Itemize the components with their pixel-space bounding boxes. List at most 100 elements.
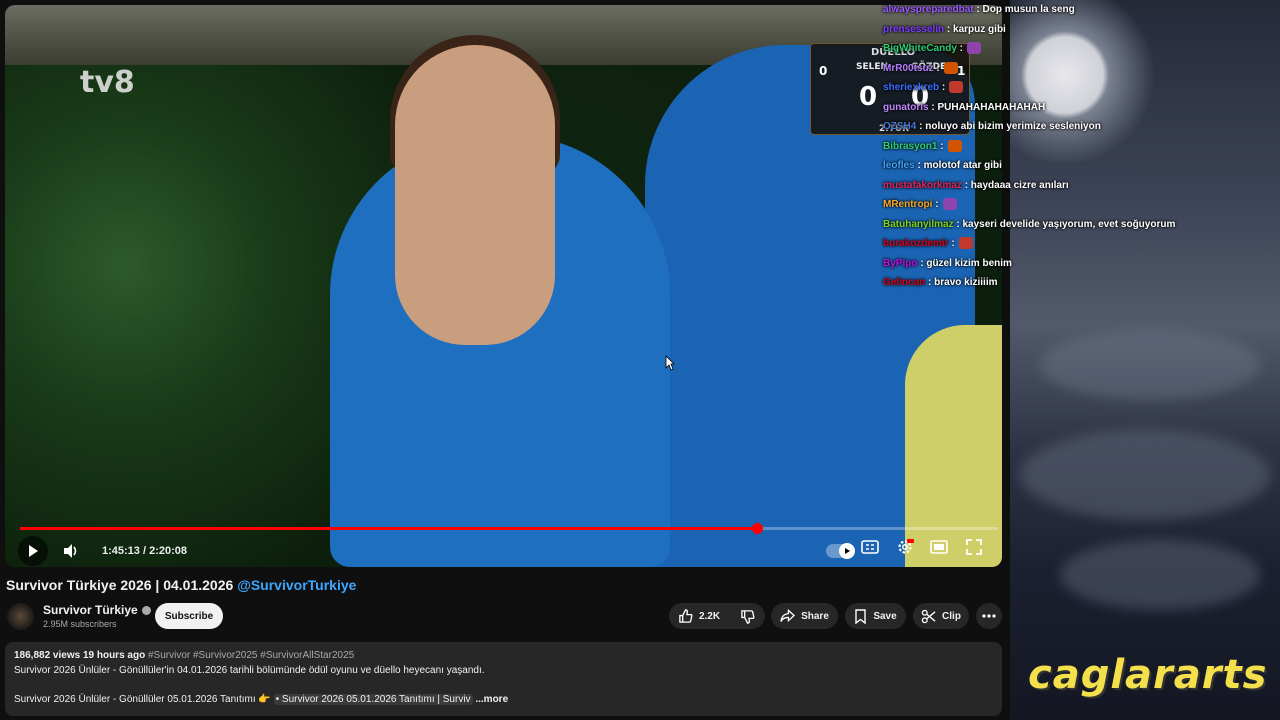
theater-icon — [930, 540, 948, 554]
video-title: Survivor Türkiye 2026 | 04.01.2026 @Surv… — [6, 577, 356, 593]
chat-emote-icon — [943, 61, 958, 74]
description-video-link[interactable]: • Survivor 2026 05.01.2026 Tanıtımı | Su… — [273, 694, 473, 705]
hashtags[interactable]: #Survivor #Survivor2025 #SurvivorAllStar… — [148, 650, 354, 661]
chat-overlay: alwayspreparedbat : Dop musun la seng pre… — [883, 0, 1273, 300]
chat-username: MRentropi — [883, 199, 933, 210]
clip-button[interactable]: Clip — [913, 603, 969, 629]
chat-emote-icon — [942, 198, 957, 211]
progress-bar[interactable] — [20, 523, 998, 534]
chat-username: burakozdemir — [883, 238, 949, 249]
chat-message: MRentropi : — [883, 195, 1273, 215]
tv-channel-watermark: tv8 — [80, 65, 135, 100]
description-box[interactable]: 186,882 views 19 hours ago #Survivor #Su… — [5, 642, 1002, 716]
chat-message-text: : — [937, 140, 944, 152]
chat-message-text: : — [948, 238, 955, 249]
chat-message: mustafakorkmaz : haydaaa cizre anıları — [883, 176, 1273, 196]
chat-message-text: : molotof atar gibi — [914, 160, 1002, 171]
description-meta: 186,882 views 19 hours ago #Survivor #Su… — [14, 650, 354, 661]
cloud-decoration — [1060, 540, 1260, 610]
share-label: Share — [801, 610, 829, 622]
chat-username: leofles — [883, 160, 915, 171]
chat-message: leofles : molotof atar gibi — [883, 156, 1273, 176]
chat-username: sheriexkreb — [883, 82, 940, 93]
video-player[interactable]: tv8 DÜELLO 0 SELEN GÖZDE 0 0 1 2.TUR 1:4… — [5, 5, 1002, 567]
thumbs-down-icon — [740, 609, 755, 624]
captions-button[interactable] — [859, 536, 881, 558]
progress-fill — [20, 527, 758, 530]
chat-username: alwayspreparedbat — [883, 4, 974, 15]
chat-message: ByPipo : güzel kizim benim — [883, 254, 1273, 274]
chat-message-text: : bravo kiziiiim — [925, 277, 998, 288]
description-promo-text: Survivor 2026 Ünlüler - Gönüllüler 05.01… — [14, 694, 271, 705]
chat-username: ByPipo — [883, 257, 918, 269]
chat-username: gunatoris — [883, 101, 929, 113]
chat-message-text: : — [956, 43, 963, 54]
save-button[interactable]: Save — [845, 603, 906, 629]
chat-emote-icon — [947, 139, 962, 152]
fullscreen-button[interactable] — [963, 536, 985, 558]
chat-message-text: : Dop musun la seng — [973, 4, 1075, 15]
chat-message: Batuhanyilmaz : kayseri develide yaşıyor… — [883, 215, 1273, 235]
verified-icon — [141, 606, 151, 616]
dislike-button[interactable] — [729, 603, 765, 629]
chat-message-text: : — [932, 199, 939, 210]
bookmark-icon — [855, 608, 867, 624]
video-title-text: Survivor Türkiye 2026 | 04.01.2026 — [6, 577, 234, 593]
cloud-decoration — [1040, 330, 1260, 400]
channel-avatar[interactable] — [7, 603, 34, 630]
description-line: Survivor 2026 Ünlüler - Gönüllüler'in 04… — [14, 665, 485, 676]
chat-message: Gelincan : bravo kiziiiim — [883, 273, 1273, 293]
chat-message: alwayspreparedbat : Dop musun la seng — [883, 0, 1273, 20]
share-button[interactable]: Share — [771, 603, 838, 629]
chat-message: BigWhiteCandy : — [883, 39, 1273, 59]
screen: caglararts tv8 DÜELLO 0 SELEN GÖZDE 0 0 … — [0, 0, 1280, 720]
save-label: Save — [873, 610, 897, 622]
autoplay-knob — [839, 543, 855, 559]
volume-icon — [64, 544, 77, 558]
share-icon — [780, 609, 796, 623]
more-actions-button[interactable] — [976, 603, 1002, 629]
view-count: 186,882 views — [14, 650, 81, 661]
chat-username: MrR00tsuz — [883, 62, 934, 74]
description-line: Survivor 2026 Ünlüler - Gönüllüler 05.01… — [14, 694, 508, 705]
scoreboard-left-round: 0 — [819, 64, 828, 78]
cloud-decoration — [1020, 430, 1270, 520]
chat-message: sheriexkreb : — [883, 78, 1273, 98]
chat-emote-icon — [949, 81, 964, 94]
channel-handle-link[interactable]: @SurvivorTurkiye — [237, 577, 356, 593]
like-count: 2.2K — [698, 610, 721, 622]
upload-age: 19 hours ago — [82, 650, 146, 661]
chat-message-text: : karpuz gibi — [944, 23, 1006, 35]
chat-username: mustafakorkmaz — [883, 179, 962, 191]
settings-button[interactable] — [894, 536, 916, 558]
chat-message-text: : — [939, 82, 946, 93]
chat-message-text: : kayseri develide yaşıyorum, evet soğuy… — [953, 218, 1176, 230]
theater-mode-button[interactable] — [928, 536, 950, 558]
captions-icon — [861, 540, 879, 554]
chat-message-text: : haydaaa cizre anıları — [961, 179, 1069, 191]
chat-message: Bibrasyon1 : — [883, 137, 1273, 157]
scissors-icon — [921, 609, 936, 623]
subscriber-count: 2.95M subscribers — [43, 619, 117, 629]
streamer-logo: caglararts — [1028, 652, 1268, 698]
subscribe-button[interactable]: Subscribe — [155, 603, 223, 629]
fullscreen-icon — [966, 539, 982, 555]
chat-message-text: : PUHAHAHAHAHAHAH — [928, 101, 1046, 113]
more-horizontal-icon — [982, 614, 996, 618]
volume-button[interactable] — [60, 540, 82, 562]
chat-message: MrR00tsuz : — [883, 59, 1273, 79]
show-more-link[interactable]: ...more — [475, 694, 508, 705]
chat-message: prensesselin : karpuz gibi — [883, 20, 1273, 40]
chat-username: BigWhiteCandy — [883, 43, 957, 54]
channel-name[interactable]: Survivor Türkiye — [43, 603, 151, 617]
chat-username: Gelincan — [883, 277, 926, 288]
play-icon — [29, 545, 38, 557]
play-icon — [845, 548, 850, 554]
like-button[interactable]: 2.2K — [669, 603, 729, 629]
chat-message: OZSH4 : noluyo abi bizim yerimize seslen… — [883, 117, 1273, 137]
channel-name-text: Survivor Türkiye — [43, 603, 138, 617]
autoplay-toggle[interactable] — [826, 543, 855, 559]
thumbs-up-icon — [679, 608, 693, 623]
mouse-cursor-icon — [665, 355, 675, 371]
play-button[interactable] — [18, 536, 48, 566]
